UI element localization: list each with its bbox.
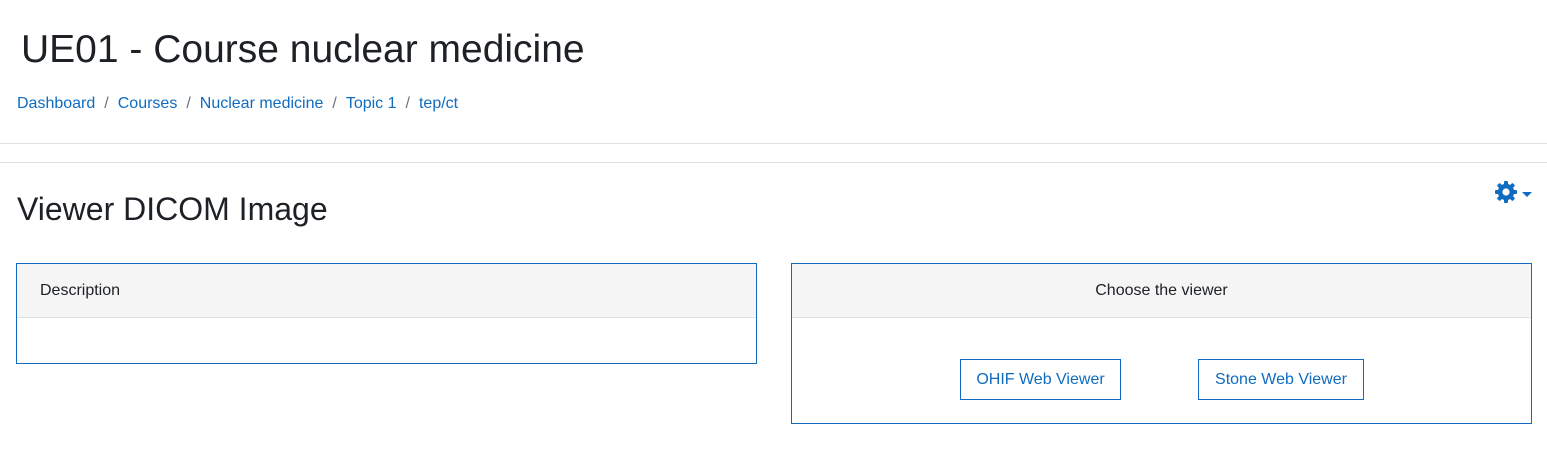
- breadcrumb-separator: /: [405, 95, 410, 112]
- description-panel-header: Description: [17, 264, 756, 318]
- breadcrumb-separator: /: [186, 95, 191, 112]
- breadcrumb-separator: /: [104, 95, 109, 112]
- stone-web-viewer-button[interactable]: Stone Web Viewer: [1198, 359, 1364, 400]
- breadcrumb-dashboard[interactable]: Dashboard: [17, 93, 95, 115]
- breadcrumb-nuclear-medicine[interactable]: Nuclear medicine: [200, 93, 324, 115]
- caret-down-icon: [1522, 191, 1532, 197]
- description-panel: Description: [16, 263, 757, 364]
- gear-icon: [1494, 180, 1518, 209]
- page-title: UE01 - Course nuclear medicine: [21, 28, 585, 71]
- breadcrumb-courses[interactable]: Courses: [118, 93, 178, 115]
- breadcrumb: Dashboard / Courses / Nuclear medicine /…: [17, 93, 458, 115]
- breadcrumb-topic-1[interactable]: Topic 1: [346, 93, 397, 115]
- ohif-web-viewer-button[interactable]: OHIF Web Viewer: [960, 359, 1121, 400]
- viewer-choice-panel: Choose the viewer OHIF Web Viewer Stone …: [791, 263, 1532, 424]
- header-divider-top: [0, 143, 1547, 144]
- viewer-choice-panel-header: Choose the viewer: [792, 264, 1531, 318]
- settings-menu-button[interactable]: [1494, 180, 1542, 208]
- breadcrumb-tep-ct[interactable]: tep/ct: [419, 93, 458, 115]
- breadcrumb-separator: /: [332, 95, 337, 112]
- activity-title: Viewer DICOM Image: [17, 191, 328, 227]
- header-divider-bottom: [0, 162, 1547, 163]
